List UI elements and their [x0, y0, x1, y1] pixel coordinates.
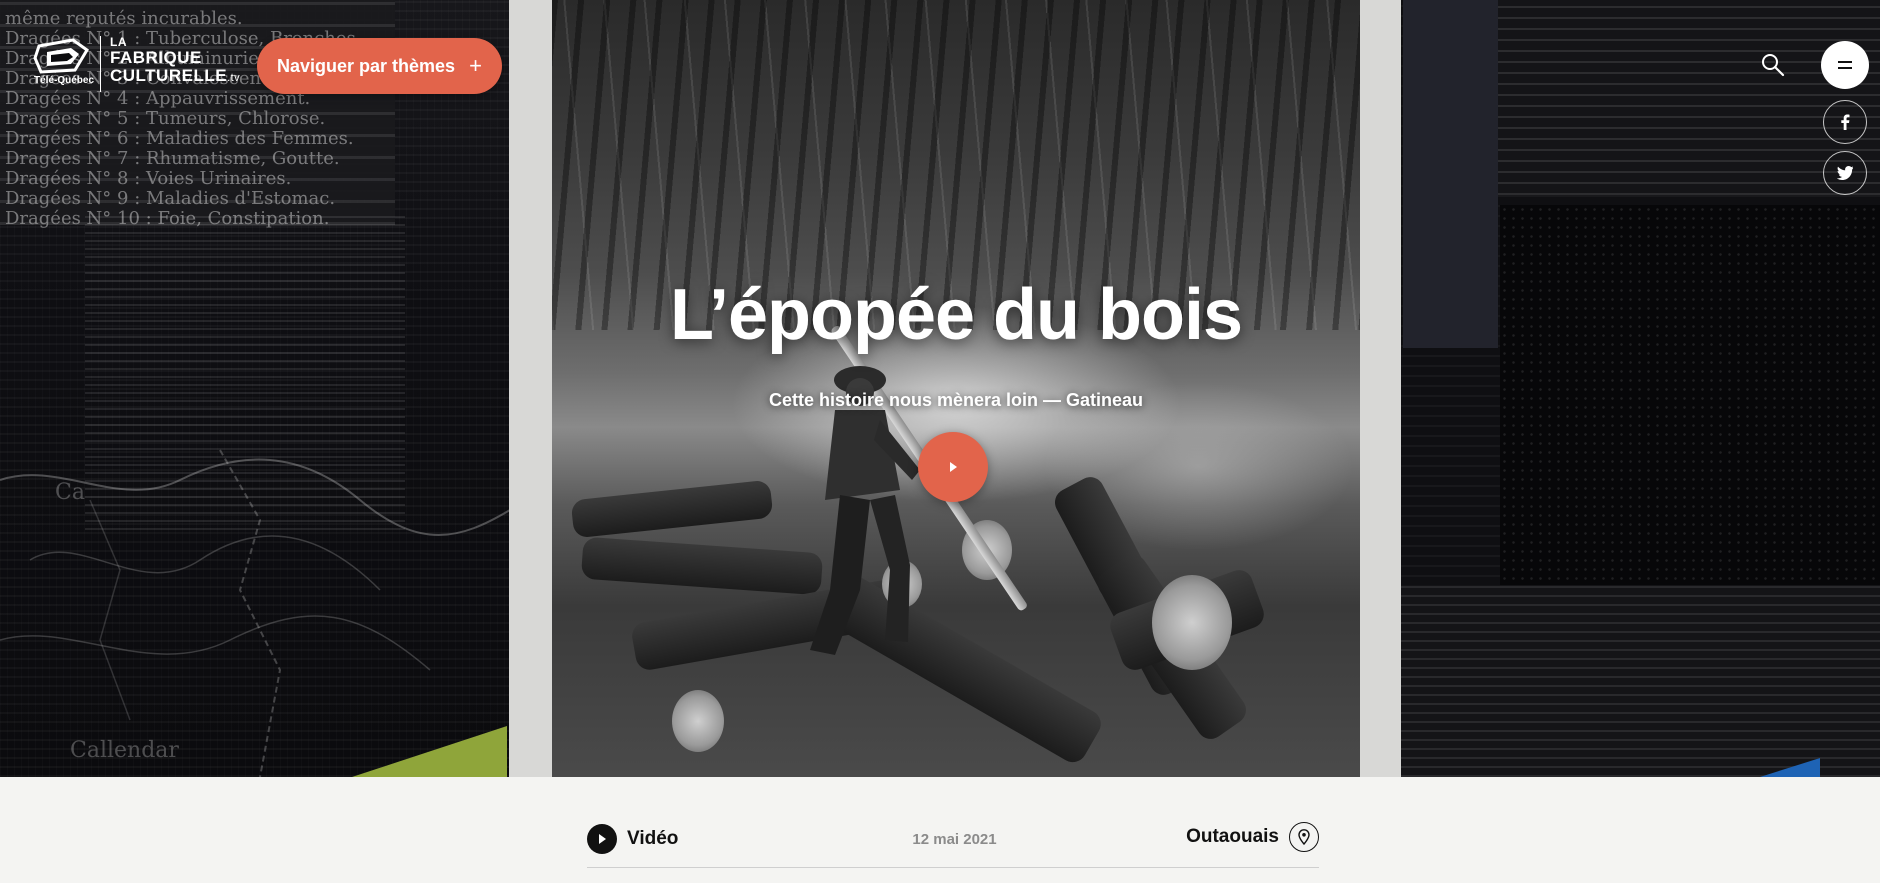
grey-paper-strip [1403, 0, 1498, 348]
plus-icon: + [469, 53, 482, 78]
hero-title: L’épopée du bois [669, 275, 1243, 355]
newspaper-line: Dragées N° 6 : Maladies des Femmes. [5, 128, 354, 148]
log [580, 536, 824, 596]
navigate-by-themes-button[interactable]: Naviguer par thèmes + [257, 38, 502, 94]
hero-subtitle: Cette histoire nous mènera loin — Gatine… [768, 390, 1144, 410]
log [570, 479, 774, 539]
content-type: Vidéo [587, 824, 678, 854]
logo-divider [100, 36, 101, 92]
region-link[interactable]: Outaouais [1186, 822, 1319, 852]
newspaper-line: même reputés incurables. [5, 8, 243, 28]
twitter-icon [1837, 166, 1853, 180]
map-label: Callendar [70, 738, 179, 763]
video-info-bar: Vidéo 12 mai 2021 Outaouais [0, 777, 1880, 883]
region-label: Outaouais [1186, 826, 1279, 847]
play-glyph [599, 834, 606, 844]
newspaper-clipping-left: même reputés incurables. Dragées N° 1 : … [0, 0, 395, 228]
play-circle-icon [587, 824, 617, 854]
blue-accent-shape [1760, 758, 1820, 777]
menu-icon [1838, 61, 1852, 69]
logo-culturelle: CULTURELLE [110, 66, 228, 85]
newspaper-clipping-bottom-right [1400, 585, 1880, 777]
logo-fabrique: FABRIQUE [110, 48, 202, 67]
content-type-label: Vidéo [627, 828, 679, 849]
logo-tv: .tv [227, 72, 241, 84]
video-info-row: Vidéo 12 mai 2021 Outaouais [587, 777, 1319, 868]
dotted-texture [1500, 205, 1880, 590]
green-accent-shape [352, 726, 507, 777]
tele-quebec-label: Télé-Québec [34, 75, 95, 86]
map-label: Ca [55, 480, 85, 505]
play-video-button[interactable] [918, 432, 988, 502]
twitter-share-button[interactable] [1823, 151, 1867, 195]
newspaper-line: Dragées N° 8 : Voies Urinaires. [5, 168, 292, 188]
newspaper-line: Dragées N° 9 : Maladies d'Estomac. [5, 188, 336, 208]
publish-date: 12 mai 2021 [912, 831, 997, 848]
hero-photo [552, 0, 1360, 777]
navigate-by-themes-label: Naviguer par thèmes [277, 55, 456, 76]
play-icon [950, 462, 957, 472]
log-end [1152, 575, 1232, 670]
newspaper-line: Dragées N° 7 : Rhumatisme, Goutte. [5, 148, 340, 168]
search-button[interactable] [1760, 52, 1786, 78]
search-icon [1762, 54, 1785, 77]
log-end [672, 690, 724, 752]
facebook-share-button[interactable] [1823, 100, 1867, 144]
menu-button[interactable] [1821, 41, 1869, 89]
newspaper-line: Dragées N° 5 : Tumeurs, Chlorose. [5, 108, 326, 128]
hero-section: même reputés incurables. Dragées N° 1 : … [0, 0, 1880, 777]
facebook-icon [1841, 114, 1850, 130]
fabrique-culturelle-logo[interactable]: LA FABRIQUE CULTURELLE.tv [110, 36, 240, 87]
map-pin-icon [1289, 822, 1319, 852]
page: même reputés incurables. Dragées N° 1 : … [0, 0, 1880, 883]
newspaper-clipping-right [1480, 0, 1880, 195]
